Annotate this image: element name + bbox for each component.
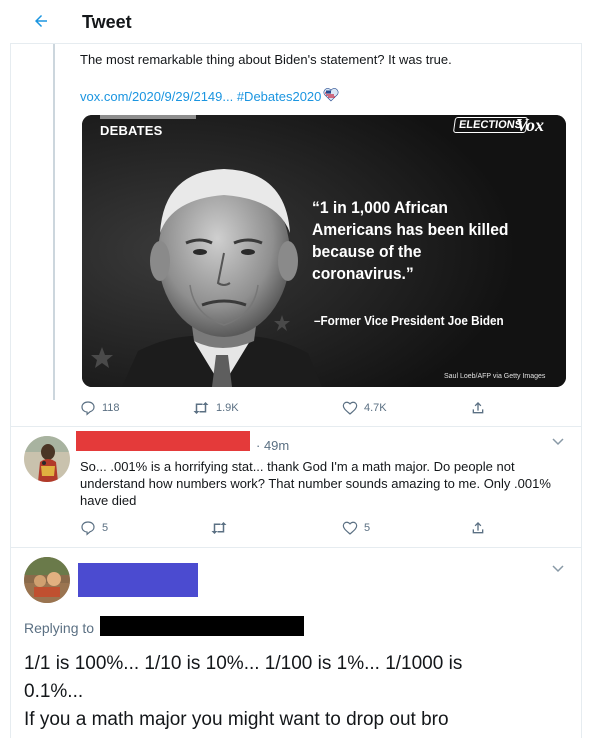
tweet-media-image[interactable]: DEBATES ELECTIONS Vox “1 in 1,000 Africa… [82, 115, 566, 387]
share-button[interactable] [470, 520, 486, 536]
chevron-down-icon[interactable] [552, 436, 564, 450]
flag-heart-emoji-icon [323, 88, 339, 105]
redacted-handle [100, 616, 304, 636]
reply-icon [80, 400, 96, 416]
reply-count: 118 [102, 402, 120, 414]
reply-line: 0.1%... [24, 681, 84, 702]
back-arrow-icon[interactable] [28, 8, 54, 34]
reply-button[interactable]: 118 [80, 400, 120, 416]
like-icon [342, 400, 358, 416]
reply-actions: 5 5 [80, 520, 500, 540]
reply-line: 1/1 is 100%... 1/10 is 10%... 1/100 is 1… [24, 653, 463, 674]
tweet-text: The most remarkable thing about Biden's … [80, 52, 452, 67]
reply-text: 1/1 is 100%... 1/10 is 10%... 1/100 is 1… [24, 650, 564, 734]
tweet-link[interactable]: vox.com/2020/9/29/2149... #Debates2020 [80, 88, 339, 105]
retweet-button[interactable]: 1.9K [192, 400, 239, 416]
share-icon [470, 400, 486, 416]
page-title: Tweet [82, 12, 132, 32]
retweet-button[interactable] [210, 520, 228, 536]
share-button[interactable] [470, 400, 486, 416]
page-header: Tweet [10, 0, 582, 44]
main-tweet-actions: 118 1.9K 4.7K [80, 400, 500, 420]
share-icon [470, 520, 486, 536]
debates-label: DEBATES [100, 123, 163, 138]
avatar[interactable] [24, 557, 70, 603]
tweet-link-text[interactable]: vox.com/2020/9/29/2149... #Debates2020 [80, 89, 321, 104]
chevron-down-icon[interactable] [552, 563, 564, 577]
replying-to-label: Replying to [24, 620, 95, 636]
avatar[interactable] [24, 436, 70, 482]
reply-time-text: 49m [263, 438, 290, 453]
like-icon [342, 520, 358, 536]
vox-logo: Vox [516, 115, 545, 135]
year-graphic [434, 117, 442, 143]
reply-timestamp[interactable]: · 49m [256, 438, 289, 453]
reply-text: So... .001% is a horrifying stat... than… [80, 459, 551, 508]
media-quote: “1 in 1,000 African Americans has been k… [312, 198, 509, 283]
like-count: 4.7K [364, 402, 387, 414]
like-count: 5 [364, 522, 371, 534]
redacted-username [76, 431, 250, 451]
reply-line: If you a math major you might want to dr… [24, 709, 449, 730]
thread-connector [53, 44, 55, 400]
redacted-username [78, 563, 198, 597]
reply-count: 5 [102, 522, 109, 534]
retweet-icon [210, 520, 228, 536]
photo-credit: Saul Loeb/AFP via Getty Images [444, 373, 546, 380]
reply-button[interactable]: 5 [80, 520, 108, 536]
presidential-label-bar [100, 115, 196, 119]
media-attribution: –Former Vice President Joe Biden [314, 313, 504, 328]
like-button[interactable]: 4.7K [342, 400, 387, 416]
divider [10, 426, 582, 427]
reply-icon [80, 520, 96, 536]
retweet-count: 1.9K [216, 402, 239, 414]
like-button[interactable]: 5 [342, 520, 370, 536]
divider [10, 547, 582, 548]
retweet-icon [192, 400, 210, 416]
